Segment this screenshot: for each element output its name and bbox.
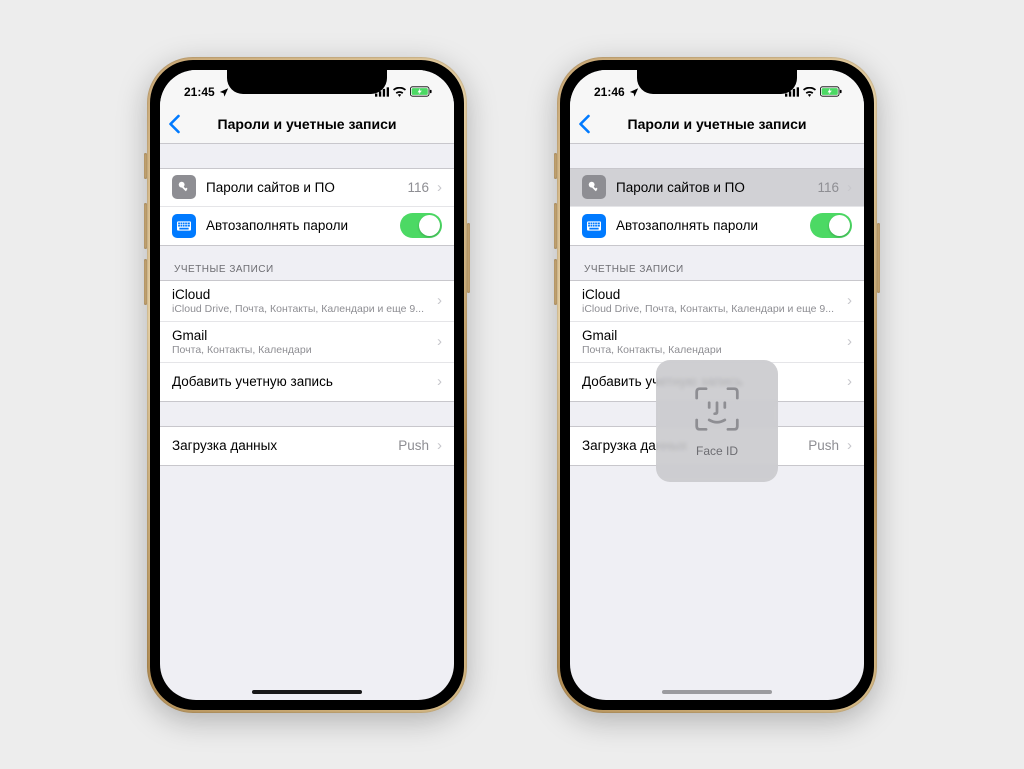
battery-icon — [820, 86, 842, 97]
row-label: Автозаполнять пароли — [616, 218, 810, 233]
row-passwords[interactable]: Пароли сайтов и ПО 116 › — [570, 169, 864, 207]
autofill-toggle[interactable] — [400, 213, 442, 238]
row-fetch-data[interactable]: Загрузка данных Push › — [160, 427, 454, 465]
row-label: Автозаполнять пароли — [206, 218, 400, 233]
fetch-value: Push — [808, 438, 839, 453]
back-button[interactable] — [578, 114, 591, 134]
row-label: Gmail — [172, 328, 433, 343]
nav-title: Пароли и учетные записи — [218, 116, 397, 132]
section-header-accounts: УЧЕТНЫЕ ЗАПИСИ — [570, 246, 864, 280]
screen: 21:45 Пароли и учетные — [160, 70, 454, 700]
chevron-right-icon: › — [437, 292, 442, 309]
row-subtitle: iCloud Drive, Почта, Контакты, Календари… — [582, 303, 843, 315]
chevron-right-icon: › — [847, 179, 852, 196]
notch — [227, 70, 387, 94]
autofill-toggle[interactable] — [810, 213, 852, 238]
phone-left: 21:45 Пароли и учетные — [147, 57, 467, 713]
row-subtitle: Почта, Контакты, Календари — [582, 344, 843, 356]
mute-switch[interactable] — [144, 153, 147, 179]
keyboard-icon — [172, 214, 196, 238]
back-button[interactable] — [168, 114, 181, 134]
home-indicator[interactable] — [252, 690, 362, 694]
key-icon — [582, 175, 606, 199]
chevron-right-icon: › — [437, 333, 442, 350]
mute-switch[interactable] — [554, 153, 557, 179]
status-time: 21:46 — [594, 85, 625, 99]
row-label: iCloud — [172, 287, 433, 302]
row-label: Пароли сайтов и ПО — [206, 180, 407, 195]
row-label: Пароли сайтов и ПО — [616, 180, 817, 195]
volume-up-button[interactable] — [144, 203, 147, 249]
chevron-right-icon: › — [847, 333, 852, 350]
row-label: Gmail — [582, 328, 843, 343]
notch — [637, 70, 797, 94]
row-gmail[interactable]: Gmail Почта, Контакты, Календари › — [570, 322, 864, 363]
screen: 21:46 Пароли и учетные — [570, 70, 864, 700]
row-subtitle: Почта, Контакты, Календари — [172, 344, 433, 356]
row-autofill[interactable]: Автозаполнять пароли — [160, 207, 454, 245]
power-button[interactable] — [467, 223, 470, 293]
nav-title: Пароли и учетные записи — [628, 116, 807, 132]
row-add-account[interactable]: Добавить учетную запись › — [160, 363, 454, 401]
row-passwords[interactable]: Пароли сайтов и ПО 116 › — [160, 169, 454, 207]
faceid-icon — [692, 384, 742, 434]
chevron-right-icon: › — [437, 437, 442, 454]
row-label: Добавить учетную запись — [172, 374, 433, 389]
section-header-accounts: УЧЕТНЫЕ ЗАПИСИ — [160, 246, 454, 280]
row-icloud[interactable]: iCloud iCloud Drive, Почта, Контакты, Ка… — [160, 281, 454, 322]
chevron-right-icon: › — [437, 373, 442, 390]
chevron-right-icon: › — [847, 373, 852, 390]
faceid-overlay: Face ID — [656, 360, 778, 482]
home-indicator[interactable] — [662, 690, 772, 694]
key-icon — [172, 175, 196, 199]
location-icon — [629, 87, 639, 97]
wifi-icon — [803, 87, 816, 97]
fetch-value: Push — [398, 438, 429, 453]
volume-down-button[interactable] — [144, 259, 147, 305]
keyboard-icon — [582, 214, 606, 238]
row-subtitle: iCloud Drive, Почта, Контакты, Календари… — [172, 303, 433, 315]
nav-bar: Пароли и учетные записи — [160, 106, 454, 144]
row-label: iCloud — [582, 287, 843, 302]
chevron-right-icon: › — [847, 437, 852, 454]
phone-right: 21:46 Пароли и учетные — [557, 57, 877, 713]
location-icon — [219, 87, 229, 97]
content-area: Пароли сайтов и ПО 116 › Автозаполнять п… — [160, 168, 454, 466]
battery-icon — [410, 86, 432, 97]
faceid-label: Face ID — [696, 444, 738, 458]
wifi-icon — [393, 87, 406, 97]
row-gmail[interactable]: Gmail Почта, Контакты, Календари › — [160, 322, 454, 363]
power-button[interactable] — [877, 223, 880, 293]
passwords-count: 116 — [407, 180, 429, 195]
row-label: Загрузка данных — [172, 438, 398, 453]
chevron-right-icon: › — [847, 292, 852, 309]
volume-up-button[interactable] — [554, 203, 557, 249]
volume-down-button[interactable] — [554, 259, 557, 305]
passwords-count: 116 — [817, 180, 839, 195]
nav-bar: Пароли и учетные записи — [570, 106, 864, 144]
row-icloud[interactable]: iCloud iCloud Drive, Почта, Контакты, Ка… — [570, 281, 864, 322]
row-autofill[interactable]: Автозаполнять пароли — [570, 207, 864, 245]
chevron-right-icon: › — [437, 179, 442, 196]
status-time: 21:45 — [184, 85, 215, 99]
